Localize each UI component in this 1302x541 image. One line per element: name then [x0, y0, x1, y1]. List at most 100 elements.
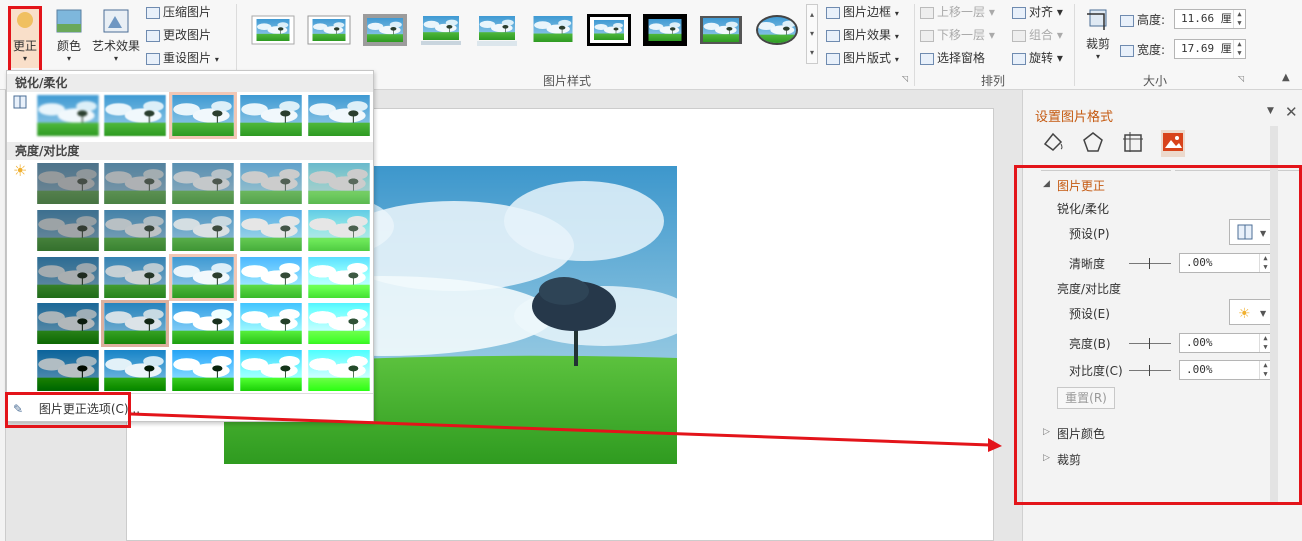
send-backward-icon: [920, 29, 934, 42]
correction-preset-thumb[interactable]: [37, 210, 99, 251]
correction-preset-thumb[interactable]: [308, 210, 370, 251]
dialog-launcher-icon[interactable]: ◹: [1238, 74, 1244, 83]
highlight-box-panel: [1014, 165, 1302, 505]
selection-pane-button[interactable]: 选择窗格: [920, 48, 985, 68]
correction-preset-thumb[interactable]: [308, 303, 370, 344]
chevron-down-icon: ▾: [894, 55, 899, 64]
correction-preset-thumb[interactable]: [172, 350, 234, 391]
sharpen-icon: [13, 95, 27, 112]
panel-title: 设置图片格式: [1035, 110, 1114, 125]
correction-preset-thumb[interactable]: [308, 163, 370, 204]
crop-icon: [1084, 6, 1112, 32]
bring-forward-icon: [920, 6, 934, 19]
fill-line-tab-icon[interactable]: [1041, 130, 1065, 157]
width-input[interactable]: 17.69 厘 ▲ ▼: [1174, 39, 1246, 59]
correction-preset-thumb[interactable]: [240, 303, 302, 344]
style-thumb-5[interactable]: [474, 12, 520, 48]
correction-preset-thumb[interactable]: [37, 163, 99, 204]
border-label: 图片边框: [843, 5, 892, 19]
sharpen-soften-header: 锐化/柔化: [7, 74, 373, 92]
style-thumb-10[interactable]: [754, 12, 800, 48]
correction-preset-thumb[interactable]: [104, 350, 166, 391]
correction-preset-thumb[interactable]: [104, 210, 166, 251]
correction-preset-thumb[interactable]: [172, 303, 234, 344]
change-picture-button[interactable]: 更改图片: [146, 25, 211, 45]
correction-preset-thumb[interactable]: [169, 254, 237, 301]
group-label-arrange: 排列: [981, 74, 1006, 88]
highlight-box-options: [5, 392, 131, 428]
picture-tab-icon[interactable]: [1161, 130, 1185, 157]
height-input[interactable]: 11.66 厘 ▲ ▼: [1174, 9, 1246, 29]
brightness-contrast-header: 亮度/对比度: [7, 142, 373, 160]
correction-preset-thumb[interactable]: [240, 350, 302, 391]
correction-preset-thumb[interactable]: [104, 95, 166, 136]
rotate-button[interactable]: 旋转 ▾: [1012, 48, 1063, 68]
correction-preset-thumb[interactable]: [172, 210, 234, 251]
style-thumb-3[interactable]: [362, 12, 408, 48]
group-label-styles: 图片样式: [543, 74, 592, 88]
close-icon[interactable]: ✕: [1285, 103, 1298, 121]
crop-button[interactable]: 裁剪 ▾: [1082, 6, 1114, 66]
correction-preset-thumb[interactable]: [240, 257, 302, 298]
align-icon: [1012, 6, 1026, 19]
picture-border-button[interactable]: 图片边框 ▾: [826, 2, 899, 22]
color-button[interactable]: 颜色 ▾: [52, 8, 86, 68]
correction-preset-thumb[interactable]: [172, 163, 234, 204]
style-thumb-1[interactable]: [250, 12, 296, 48]
correction-preset-thumb[interactable]: [37, 350, 99, 391]
change-picture-icon: [146, 29, 160, 42]
style-thumb-7[interactable]: [586, 12, 632, 48]
chevron-down-icon: ▾: [1095, 52, 1100, 61]
correction-preset-thumb[interactable]: [37, 303, 99, 344]
correction-preset-thumb[interactable]: [240, 95, 302, 136]
width-label: 宽度:: [1120, 40, 1165, 60]
correction-preset-thumb[interactable]: [104, 163, 166, 204]
art-effects-button[interactable]: 艺术效果 ▾: [90, 8, 142, 68]
bring-forward-button[interactable]: 上移一层 ▾: [920, 2, 995, 22]
style-thumb-4[interactable]: [418, 12, 464, 48]
align-label: 对齐: [1029, 5, 1054, 19]
corrections-dropdown: 锐化/柔化 亮度/对比度 ☀ ✎ 图片更正选项(C)...: [6, 70, 374, 422]
correction-preset-thumb[interactable]: [169, 92, 237, 139]
width-icon: [1120, 44, 1134, 57]
align-button[interactable]: 对齐 ▾: [1012, 2, 1063, 22]
crop-label: 裁剪: [1085, 37, 1110, 51]
selection-pane-icon: [920, 52, 934, 65]
style-thumb-2[interactable]: [306, 12, 352, 48]
chevron-down-icon: ▾: [894, 9, 899, 18]
compress-pictures-button[interactable]: 压缩图片: [146, 2, 211, 22]
spinner-arrows[interactable]: ▲ ▼: [1233, 10, 1245, 28]
effects-label: 图片效果: [843, 28, 892, 42]
correction-preset-thumb[interactable]: [308, 350, 370, 391]
divider: [1074, 4, 1075, 86]
group-button[interactable]: 组合 ▾: [1012, 25, 1063, 45]
style-thumb-9[interactable]: [698, 12, 744, 48]
spinner-arrows[interactable]: ▲ ▼: [1233, 40, 1245, 58]
height-icon: [1120, 14, 1134, 27]
picture-layout-button[interactable]: 图片版式 ▾: [826, 48, 899, 68]
correction-preset-thumb[interactable]: [37, 95, 99, 136]
correction-preset-thumb[interactable]: [308, 95, 370, 136]
collapse-ribbon-icon[interactable]: ▲: [1282, 72, 1290, 83]
gallery-scroll[interactable]: ▴ ▾ ▾: [806, 4, 818, 64]
send-backward-label: 下移一层: [937, 28, 986, 42]
picture-effects-button[interactable]: 图片效果 ▾: [826, 25, 899, 45]
size-properties-tab-icon[interactable]: [1121, 130, 1145, 157]
style-thumb-8[interactable]: [642, 12, 688, 48]
art-effects-label: 艺术效果: [91, 39, 140, 53]
correction-preset-thumb[interactable]: [101, 300, 169, 347]
reset-picture-button[interactable]: 重设图片 ▾: [146, 48, 219, 68]
correction-preset-thumb[interactable]: [104, 257, 166, 298]
correction-preset-thumb[interactable]: [37, 257, 99, 298]
send-backward-button[interactable]: 下移一层 ▾: [920, 25, 995, 45]
correction-preset-thumb[interactable]: [240, 163, 302, 204]
sun-icon: ☀: [13, 161, 28, 180]
correction-preset-thumb[interactable]: [240, 210, 302, 251]
style-thumb-6[interactable]: [530, 12, 576, 48]
effects-tab-icon[interactable]: [1081, 130, 1105, 157]
reset-picture-icon: [146, 52, 160, 65]
correction-preset-thumb[interactable]: [308, 257, 370, 298]
dialog-launcher-icon[interactable]: ◹: [902, 74, 908, 83]
rotate-label: 旋转: [1029, 51, 1054, 65]
panel-menu-icon[interactable]: ▼: [1267, 106, 1274, 116]
